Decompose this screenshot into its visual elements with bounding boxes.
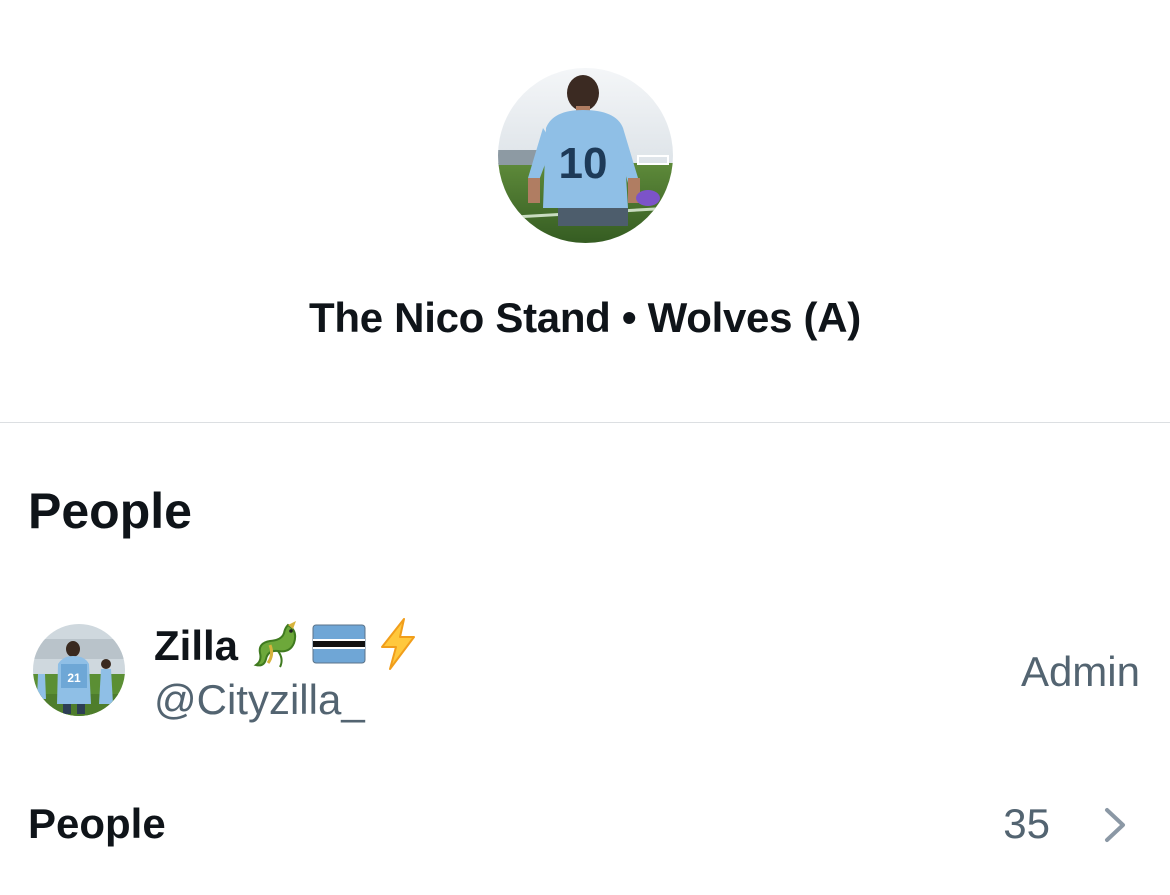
divider	[0, 422, 1170, 423]
svg-text:10: 10	[559, 139, 608, 188]
group-photo-icon: 10	[498, 68, 673, 243]
people-row[interactable]: People 35	[0, 790, 1170, 860]
botswana-flag-icon	[312, 624, 366, 669]
member-row[interactable]: 21 Zilla @Cityzilla_ Admin	[0, 600, 1170, 730]
people-count: 35	[1003, 800, 1050, 847]
member-photo-icon: 21	[33, 624, 125, 716]
chevron-right-icon	[1105, 808, 1125, 842]
people-row-label: People	[28, 800, 166, 847]
group-title: The Nico Stand • Wolves (A)	[309, 294, 861, 341]
lightning-icon	[376, 617, 420, 676]
member-handle[interactable]: @Cityzilla_	[154, 674, 365, 726]
group-avatar[interactable]: 10	[498, 68, 673, 243]
member-name: Zilla	[154, 622, 239, 669]
member-role-badge: Admin	[1020, 648, 1140, 695]
member-name-line: Zilla	[154, 617, 420, 676]
people-section-heading: People	[28, 483, 192, 539]
svg-text:21: 21	[67, 671, 81, 685]
avatar[interactable]: 21	[33, 624, 125, 716]
group-header: 10 The Nico Stand • Wolves (A)	[0, 0, 1170, 422]
dragon-icon	[248, 617, 302, 676]
